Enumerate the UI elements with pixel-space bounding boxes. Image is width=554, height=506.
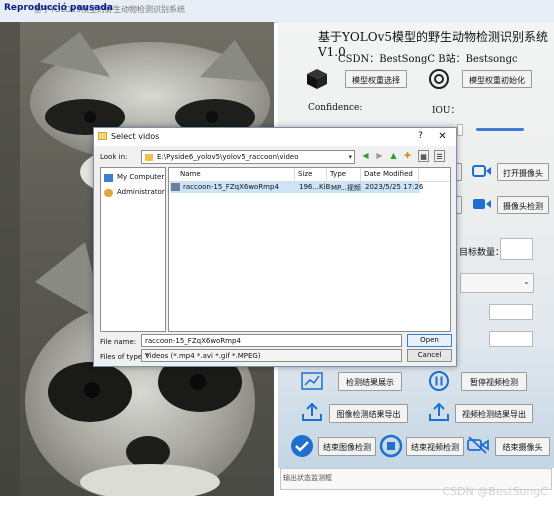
- sidebar-item-my-computer[interactable]: My Computer: [104, 173, 166, 184]
- sidebar-item-label: Administrator: [117, 188, 165, 196]
- target-icon: [429, 69, 449, 89]
- stop-icon: [379, 434, 403, 458]
- video-file-icon: [171, 183, 180, 191]
- title-bar: 基于YOLOv5模型的野生动物检测识别系统 Reproducció pausad…: [0, 0, 554, 23]
- open-camera-button[interactable]: 打开摄像头: [497, 163, 549, 181]
- folder-icon: [145, 154, 153, 161]
- author-line: CSDN：BestSongC B站：Bestsongc: [338, 54, 518, 65]
- upload-icon: [302, 402, 322, 421]
- show-results-button[interactable]: 检测结果展示: [338, 372, 402, 391]
- back-icon[interactable]: ◀: [360, 150, 371, 162]
- file-name-value: raccoon-15_FZqX6woRmp4: [145, 337, 241, 345]
- file-name-input[interactable]: raccoon-15_FZqX6woRmp4: [141, 334, 402, 347]
- file-row[interactable]: raccoon-15_FZqX6woRmp4 196...KiB MP...视频…: [170, 182, 424, 193]
- dialog-titlebar: Select vidos ? ✕: [94, 128, 456, 146]
- look-in-label: Look in:: [100, 153, 128, 161]
- playback-toast: Reproducció pausada: [4, 3, 113, 13]
- up-icon[interactable]: ▲: [388, 150, 399, 162]
- cube-icon: [307, 69, 327, 89]
- file-size: 196...KiB: [299, 183, 331, 191]
- open-button[interactable]: Open: [407, 334, 452, 347]
- end-image-button[interactable]: 结束图像检测: [318, 437, 376, 456]
- main-window: 基于YOLOv5模型的野生动物检测识别系统 Reproducció pausad…: [0, 0, 554, 506]
- column-header-type[interactable]: Type: [327, 168, 361, 181]
- sidebar-item-label: My Computer: [117, 173, 165, 181]
- file-type: MP...视频: [331, 184, 361, 192]
- file-dialog: Select vidos ? ✕ Look in: E:\Pyside6_yol…: [93, 127, 457, 367]
- column-header-size[interactable]: Size: [295, 168, 327, 181]
- camera-detect-button[interactable]: 摄像头检测: [497, 196, 549, 214]
- iou-spinbox[interactable]: [457, 124, 463, 136]
- target-select[interactable]: ⌄: [460, 273, 534, 293]
- places-sidebar: My Computer Administrator: [100, 167, 166, 332]
- model-select-button[interactable]: 模型权重选择: [345, 70, 407, 88]
- iou-label: IOU：: [432, 106, 460, 116]
- file-name-label: File name:: [100, 338, 137, 346]
- column-header-date[interactable]: Date Modified: [361, 168, 419, 181]
- dialog-title: Select vidos: [111, 132, 160, 141]
- end-camera-button[interactable]: 结束摄像头: [495, 437, 550, 456]
- pause-icon: [429, 371, 449, 391]
- list-view-icon[interactable]: ▦: [418, 150, 429, 162]
- xmin-field: [489, 304, 533, 320]
- help-icon[interactable]: ?: [414, 130, 427, 143]
- file-date: 2023/5/25 17:26: [365, 183, 424, 191]
- end-video-button[interactable]: 结束视频检测: [406, 437, 464, 456]
- export-image-button[interactable]: 图像检测结果导出: [329, 404, 408, 423]
- user-icon: [104, 189, 113, 197]
- sidebar-item-administrator[interactable]: Administrator: [104, 188, 166, 199]
- file-type-select[interactable]: Videos (*.mp4 *.avi *.gif *.MPEG) ▾: [141, 349, 402, 362]
- status-placeholder: 输出状态监测框: [283, 474, 332, 482]
- folder-icon: [98, 132, 107, 140]
- chevron-down-icon: ▾: [348, 153, 352, 161]
- file-name: raccoon-15_FZqX6woRmp4: [183, 183, 279, 191]
- file-list: Name Size Type Date Modified raccoon-15_…: [168, 167, 451, 332]
- detail-view-icon[interactable]: ☰: [434, 150, 445, 162]
- model-init-button[interactable]: 模型权重初始化: [462, 70, 532, 88]
- target-count-label: 目标数量：: [459, 248, 505, 258]
- camera-icon: [473, 199, 491, 209]
- look-in-combo[interactable]: E:\Pyside6_yolov5\yolov5_raccoon\video ▾: [141, 150, 355, 164]
- confidence-label: Confidence:: [308, 103, 363, 113]
- forward-icon[interactable]: ▶: [374, 150, 385, 162]
- target-count-field: [500, 238, 533, 260]
- iou-slider[interactable]: [476, 128, 524, 131]
- file-type-label: Files of type:: [100, 353, 145, 361]
- column-header-name[interactable]: Name: [177, 168, 295, 181]
- upload-icon-2: [429, 402, 449, 421]
- export-video-button[interactable]: 视频检测结果导出: [455, 404, 533, 423]
- new-folder-icon[interactable]: ✚: [402, 150, 413, 162]
- camera-off-icon: [467, 436, 489, 454]
- pause-video-button[interactable]: 暂停视频检测: [461, 372, 527, 391]
- look-in-path: E:\Pyside6_yolov5\yolov5_raccoon\video: [157, 153, 299, 161]
- watermark: CSDN @BestSongC: [442, 485, 548, 498]
- chevron-down-icon: ▾: [145, 351, 149, 359]
- chart-icon: [301, 372, 323, 390]
- close-icon[interactable]: ✕: [436, 130, 449, 143]
- check-icon: [291, 435, 313, 457]
- ymin-field: [489, 331, 533, 347]
- video-camera-icon: [472, 165, 491, 177]
- computer-icon: [104, 174, 113, 182]
- cancel-button[interactable]: Cancel: [407, 349, 452, 362]
